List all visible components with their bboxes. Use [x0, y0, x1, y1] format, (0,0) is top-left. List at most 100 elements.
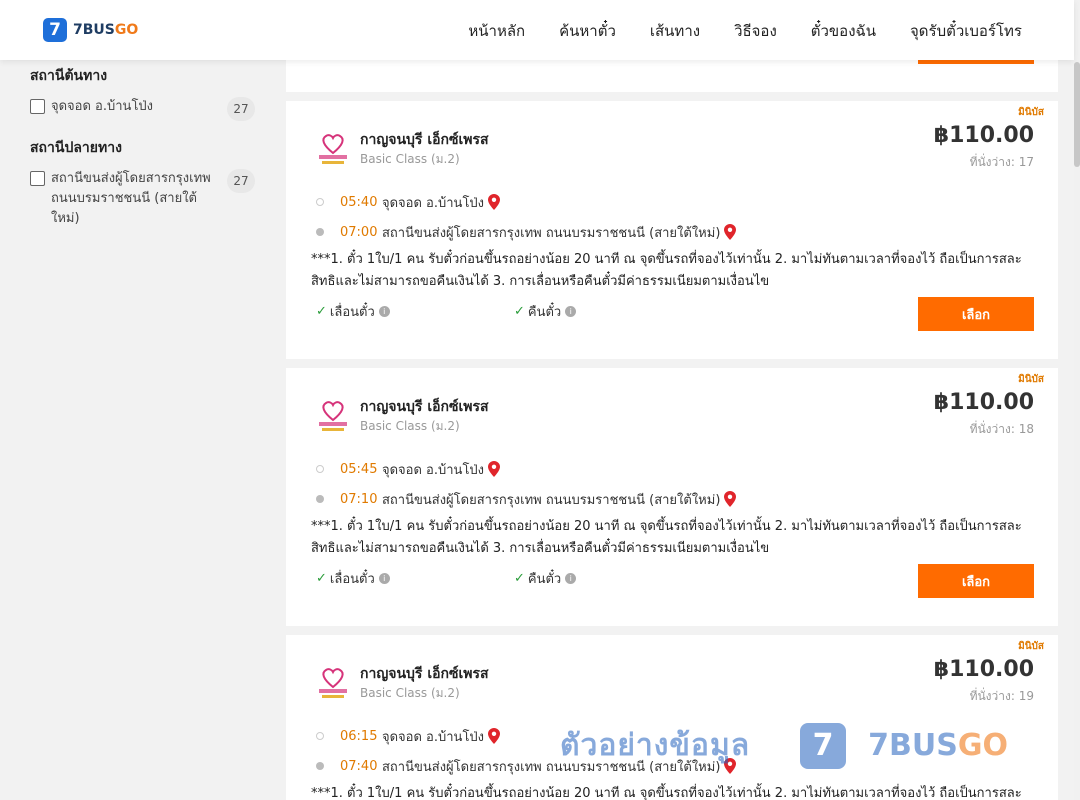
arrival-row: 07:00 สถานีขนส่งผู้โดยสารกรุงเทพ ถนนบรมร… — [316, 217, 737, 247]
departure-place: จุดจอด อ.บ้านโป่ง — [382, 195, 485, 211]
reschedule-feature: ✓ เลื่อนตั๋ว i — [316, 301, 390, 322]
trip-conditions-note: ***1. ตั๋ว 1ใบ/1 คน รับตั๋วก่อนขึ้นรถอย่… — [311, 252, 1022, 289]
arrival-time: 07:00 — [340, 224, 378, 240]
departure-dot — [316, 465, 324, 473]
check-icon: ✓ — [514, 304, 525, 319]
origin-filter: สถานีต้นทาง จุดจอด อ.บ้านโป่ง 27 — [30, 65, 255, 121]
nav-routes[interactable]: เส้นทาง — [650, 19, 700, 43]
check-icon: ✓ — [316, 304, 327, 319]
arrival-dot — [316, 762, 324, 770]
trip-price: ฿110.00 — [933, 390, 1034, 415]
check-icon: ✓ — [316, 571, 327, 586]
logo-text: 7BUSGO — [73, 22, 139, 38]
map-pin-icon[interactable] — [724, 224, 737, 240]
trip-card: มินิบัส กาญจนบุรี เอ็กซ์เพรส Basic Class… — [286, 635, 1058, 800]
vehicle-type-tag: มินิบัส — [1018, 107, 1044, 118]
reschedule-label: เลื่อนตั๋ว — [329, 572, 375, 587]
departure-row: 05:40 จุดจอด อ.บ้านโป่ง — [316, 187, 736, 217]
reschedule-label: เลื่อนตั๋ว — [329, 305, 375, 320]
arrival-place: สถานีขนส่งผู้โดยสารกรุงเทพ ถนนบรมราชชนนี… — [382, 225, 721, 241]
seat-class: Basic Class (ม.2) — [360, 419, 460, 433]
arrival-dot — [316, 228, 324, 236]
map-pin-icon[interactable] — [724, 758, 737, 774]
origin-option-count: 27 — [227, 97, 255, 121]
destination-filter-title: สถานีปลายทาง — [30, 140, 122, 156]
trip-price: ฿110.00 — [933, 657, 1034, 682]
map-pin-icon[interactable] — [488, 461, 501, 477]
departure-row: 05:45 จุดจอด อ.บ้านโป่ง — [316, 454, 736, 484]
destination-option-count: 27 — [227, 169, 255, 193]
destination-checkbox[interactable] — [30, 171, 45, 186]
arrival-place: สถานีขนส่งผู้โดยสารกรุงเทพ ถนนบรมราชชนนี… — [382, 492, 721, 508]
operator-name: กาญจนบุรี เอ็กซ์เพรส — [360, 666, 489, 682]
trip-card: มินิบัส กาญจนบุรี เอ็กซ์เพรส Basic Class… — [286, 368, 1058, 626]
refund-feature: ✓ คืนตั๋ว i — [514, 301, 577, 322]
origin-option-label: จุดจอด อ.บ้านโป่ง — [51, 99, 154, 114]
trip-conditions-note: ***1. ตั๋ว 1ใบ/1 คน รับตั๋วก่อนขึ้นรถอย่… — [311, 786, 1022, 800]
select-trip-button[interactable]: เลือก — [918, 564, 1034, 598]
top-header: 7 7BUSGO หน้าหลัก ค้นหาตั๋ว เส้นทาง วิธี… — [0, 0, 1074, 60]
trip-timeline: 05:40 จุดจอด อ.บ้านโป่ง 07:00 สถานีขนส่ง… — [316, 187, 737, 247]
available-seats: ที่นั่งว่าง: 17 — [969, 155, 1034, 169]
departure-time: 06:15 — [340, 728, 378, 744]
destination-filter-option[interactable]: สถานีขนส่งผู้โดยสารกรุงเทพ ถนนบรมราชชนนี… — [30, 169, 255, 229]
logo-mark: 7 — [43, 18, 67, 42]
operator-name: กาญจนบุรี เอ็กซ์เพรส — [360, 132, 489, 148]
origin-filter-option[interactable]: จุดจอด อ.บ้านโป่ง 27 — [30, 97, 255, 121]
select-trip-button[interactable]: เลือก — [918, 297, 1034, 331]
departure-place: จุดจอด อ.บ้านโป่ง — [382, 729, 485, 745]
info-icon[interactable]: i — [378, 306, 390, 317]
arrival-row: 07:10 สถานีขนส่งผู้โดยสารกรุงเทพ ถนนบรมร… — [316, 484, 737, 514]
reschedule-feature: ✓ เลื่อนตั๋ว i — [316, 568, 390, 589]
vehicle-type-tag: มินิบัส — [1018, 374, 1044, 385]
trip-timeline: 05:45 จุดจอด อ.บ้านโป่ง 07:10 สถานีขนส่ง… — [316, 454, 737, 514]
origin-checkbox[interactable] — [30, 99, 45, 114]
departure-time: 05:40 — [340, 194, 378, 210]
refund-label: คืนตั๋ว — [527, 305, 562, 320]
nav-my-tickets[interactable]: ตั๋วของฉัน — [811, 19, 876, 43]
operator-logo-icon — [319, 668, 347, 698]
nav-pickup-points[interactable]: จุดรับตั๋วเบอร์โทร — [910, 19, 1022, 43]
arrival-time: 07:40 — [340, 758, 378, 774]
nav-how-to-book[interactable]: วิธีจอง — [734, 19, 777, 43]
available-seats: ที่นั่งว่าง: 19 — [969, 689, 1034, 703]
map-pin-icon[interactable] — [488, 194, 501, 210]
refund-label: คืนตั๋ว — [527, 572, 562, 587]
arrival-place: สถานีขนส่งผู้โดยสารกรุงเทพ ถนนบรมราชชนนี… — [382, 759, 721, 775]
operator-logo-icon — [319, 134, 347, 164]
main-nav: หน้าหลัก ค้นหาตั๋ว เส้นทาง วิธีจอง ตั๋วข… — [434, 19, 1022, 43]
trip-price: ฿110.00 — [933, 123, 1034, 148]
info-icon[interactable]: i — [565, 573, 577, 584]
departure-place: จุดจอด อ.บ้านโป่ง — [382, 462, 485, 478]
departure-dot — [316, 732, 324, 740]
departure-dot — [316, 198, 324, 206]
operator-name: กาญจนบุรี เอ็กซ์เพรส — [360, 399, 489, 415]
arrival-dot — [316, 495, 324, 503]
seat-class: Basic Class (ม.2) — [360, 686, 460, 700]
seat-class: Basic Class (ม.2) — [360, 152, 460, 166]
available-seats: ที่นั่งว่าง: 18 — [969, 422, 1034, 436]
trip-card: มินิบัส กาญจนบุรี เอ็กซ์เพรส Basic Class… — [286, 101, 1058, 359]
destination-option-label: สถานีขนส่งผู้โดยสารกรุงเทพ ถนนบรมราชชนนี… — [51, 171, 211, 226]
refund-feature: ✓ คืนตั๋ว i — [514, 568, 577, 589]
check-icon: ✓ — [514, 571, 525, 586]
site-logo[interactable]: 7 7BUSGO — [43, 18, 138, 42]
departure-time: 05:45 — [340, 461, 378, 477]
departure-row: 06:15 จุดจอด อ.บ้านโป่ง — [316, 721, 736, 751]
trip-conditions-note: ***1. ตั๋ว 1ใบ/1 คน รับตั๋วก่อนขึ้นรถอย่… — [311, 519, 1022, 556]
trip-timeline: 06:15 จุดจอด อ.บ้านโป่ง 07:40 สถานีขนส่ง… — [316, 721, 737, 781]
nav-home[interactable]: หน้าหลัก — [468, 19, 525, 43]
arrival-time: 07:10 — [340, 491, 378, 507]
page-scrollbar[interactable] — [1074, 0, 1080, 800]
operator-logo-icon — [319, 401, 347, 431]
map-pin-icon[interactable] — [488, 728, 501, 744]
arrival-row: 07:40 สถานีขนส่งผู้โดยสารกรุงเทพ ถนนบรมร… — [316, 751, 737, 781]
scrollbar-thumb[interactable] — [1074, 62, 1080, 167]
map-pin-icon[interactable] — [724, 491, 737, 507]
destination-filter: สถานีปลายทาง สถานีขนส่งผู้โดยสารกรุงเทพ … — [30, 137, 255, 229]
nav-search-ticket[interactable]: ค้นหาตั๋ว — [559, 19, 616, 43]
filter-sidebar: สถานีต้นทาง จุดจอด อ.บ้านโป่ง 27 สถานีปล… — [30, 62, 255, 243]
info-icon[interactable]: i — [378, 573, 390, 584]
info-icon[interactable]: i — [565, 306, 577, 317]
vehicle-type-tag: มินิบัส — [1018, 641, 1044, 652]
